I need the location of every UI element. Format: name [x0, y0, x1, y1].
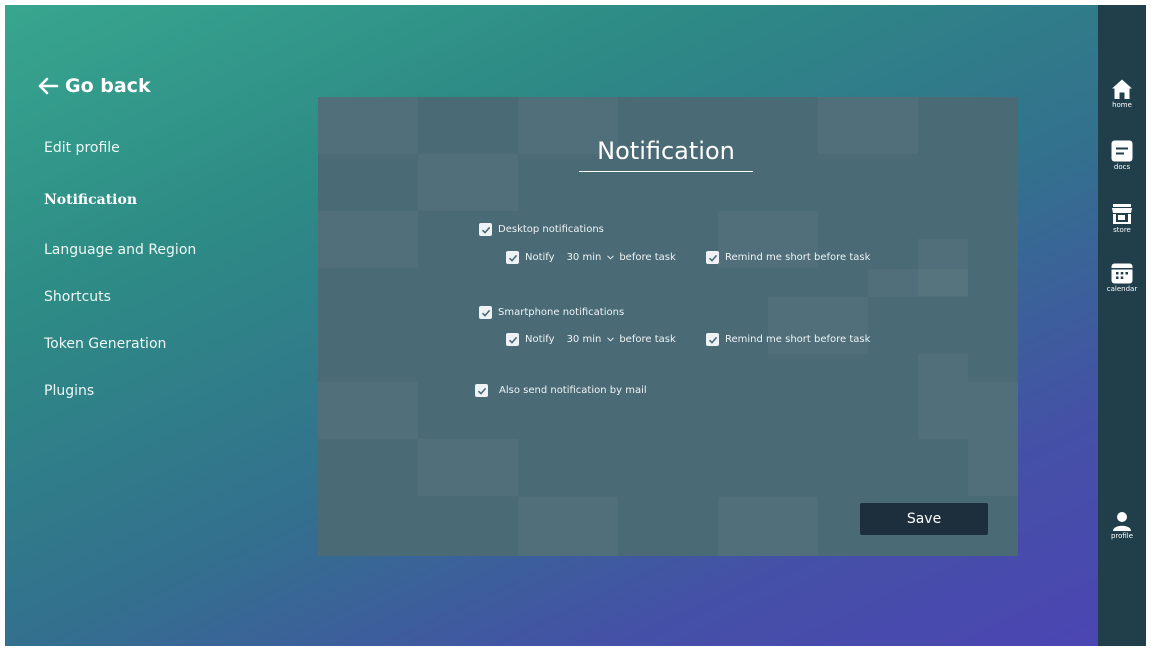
nav-home-label: home — [1112, 101, 1132, 109]
bg-tile — [918, 382, 1018, 439]
side-navigation-rail: home docs store calendar profile — [1098, 5, 1146, 646]
check-icon — [481, 309, 490, 317]
bg-tile — [318, 97, 418, 154]
smartphone-before-task-label: before task — [619, 334, 676, 345]
menu-item-edit-profile[interactable]: Edit profile — [44, 138, 120, 158]
save-button[interactable]: Save — [860, 503, 988, 535]
home-icon — [1112, 79, 1132, 99]
check-icon — [708, 254, 717, 262]
smartphone-remind-option: Remind me short before task — [706, 333, 870, 346]
check-icon — [708, 336, 717, 344]
desktop-remind-label: Remind me short before task — [725, 252, 871, 263]
smartphone-notify-option: Notify 30 min before task — [506, 333, 676, 346]
mail-notification-label: Also send notification by mail — [499, 385, 647, 396]
nav-calendar-label: calendar — [1106, 285, 1138, 293]
smartphone-remind-label: Remind me short before task — [725, 334, 871, 345]
smartphone-notify-checkbox[interactable] — [506, 333, 519, 346]
notification-panel: Notification Desktop notifications Notif… — [318, 97, 1018, 556]
smartphone-notifications-checkbox[interactable] — [479, 306, 492, 319]
nav-profile[interactable]: profile — [1098, 511, 1146, 540]
bg-tile — [718, 497, 818, 556]
smartphone-notifications-option: Smartphone notifications — [479, 306, 624, 319]
panel-title: Notification — [597, 137, 735, 165]
calendar-icon — [1111, 263, 1133, 284]
bg-tile — [818, 97, 918, 154]
smartphone-interval-select[interactable]: 30 min — [567, 334, 615, 345]
smartphone-notify-label: Notify — [525, 334, 555, 345]
mail-notification-checkbox[interactable] — [475, 384, 488, 397]
menu-item-plugins[interactable]: Plugins — [44, 381, 94, 401]
desktop-remind-option: Remind me short before task — [706, 251, 870, 264]
nav-docs[interactable]: docs — [1098, 140, 1146, 171]
profile-icon — [1113, 512, 1131, 531]
bg-tile — [418, 439, 518, 496]
bg-tile — [418, 154, 518, 211]
smartphone-notifications-label: Smartphone notifications — [498, 307, 625, 318]
desktop-notifications-option: Desktop notifications — [479, 223, 604, 236]
chevron-down-icon — [607, 255, 615, 260]
arrow-left-icon — [38, 77, 59, 95]
docs-icon — [1111, 140, 1133, 162]
desktop-notifications-checkbox[interactable] — [479, 223, 492, 236]
nav-profile-label: profile — [1110, 532, 1134, 540]
menu-item-token-generation[interactable]: Token Generation — [44, 334, 166, 354]
check-icon — [481, 226, 490, 234]
bg-tile — [918, 354, 968, 382]
nav-store-label: store — [1113, 226, 1131, 234]
check-icon — [477, 387, 486, 395]
menu-item-language-region[interactable]: Language and Region — [44, 240, 196, 260]
desktop-interval-value: 30 min — [566, 252, 602, 263]
desktop-interval-select[interactable]: 30 min — [567, 252, 615, 263]
desktop-notifications-label: Desktop notifications — [498, 224, 604, 235]
nav-docs-label: docs — [1113, 163, 1131, 171]
bg-tile — [318, 211, 418, 268]
desktop-notify-checkbox[interactable] — [506, 251, 519, 264]
check-icon — [508, 336, 517, 344]
smartphone-interval-value: 30 min — [566, 334, 602, 345]
check-icon — [508, 254, 517, 262]
bg-tile — [968, 439, 1018, 496]
menu-item-shortcuts[interactable]: Shortcuts — [44, 287, 111, 307]
menu-item-notification[interactable]: Notification — [44, 190, 137, 210]
chevron-down-icon — [607, 337, 615, 342]
bg-tile — [518, 497, 618, 556]
desktop-notify-label: Notify — [525, 252, 555, 263]
go-back-link[interactable]: Go back — [37, 75, 151, 97]
nav-calendar[interactable]: calendar — [1098, 262, 1146, 293]
desktop-remind-checkbox[interactable] — [706, 251, 719, 264]
title-underline — [579, 171, 753, 172]
mail-notification-option: Also send notification by mail — [475, 384, 647, 397]
nav-store[interactable]: store — [1098, 203, 1146, 234]
desktop-before-task-label: before task — [619, 252, 676, 263]
bg-tile — [918, 239, 968, 296]
go-back-label: Go back — [65, 75, 151, 97]
store-icon — [1112, 204, 1132, 224]
desktop-notify-option: Notify 30 min before task — [506, 251, 676, 264]
smartphone-remind-checkbox[interactable] — [706, 333, 719, 346]
bg-tile — [318, 382, 418, 439]
settings-screen: Go back Edit profile Notification Langua… — [5, 5, 1146, 646]
nav-home[interactable]: home — [1098, 78, 1146, 109]
